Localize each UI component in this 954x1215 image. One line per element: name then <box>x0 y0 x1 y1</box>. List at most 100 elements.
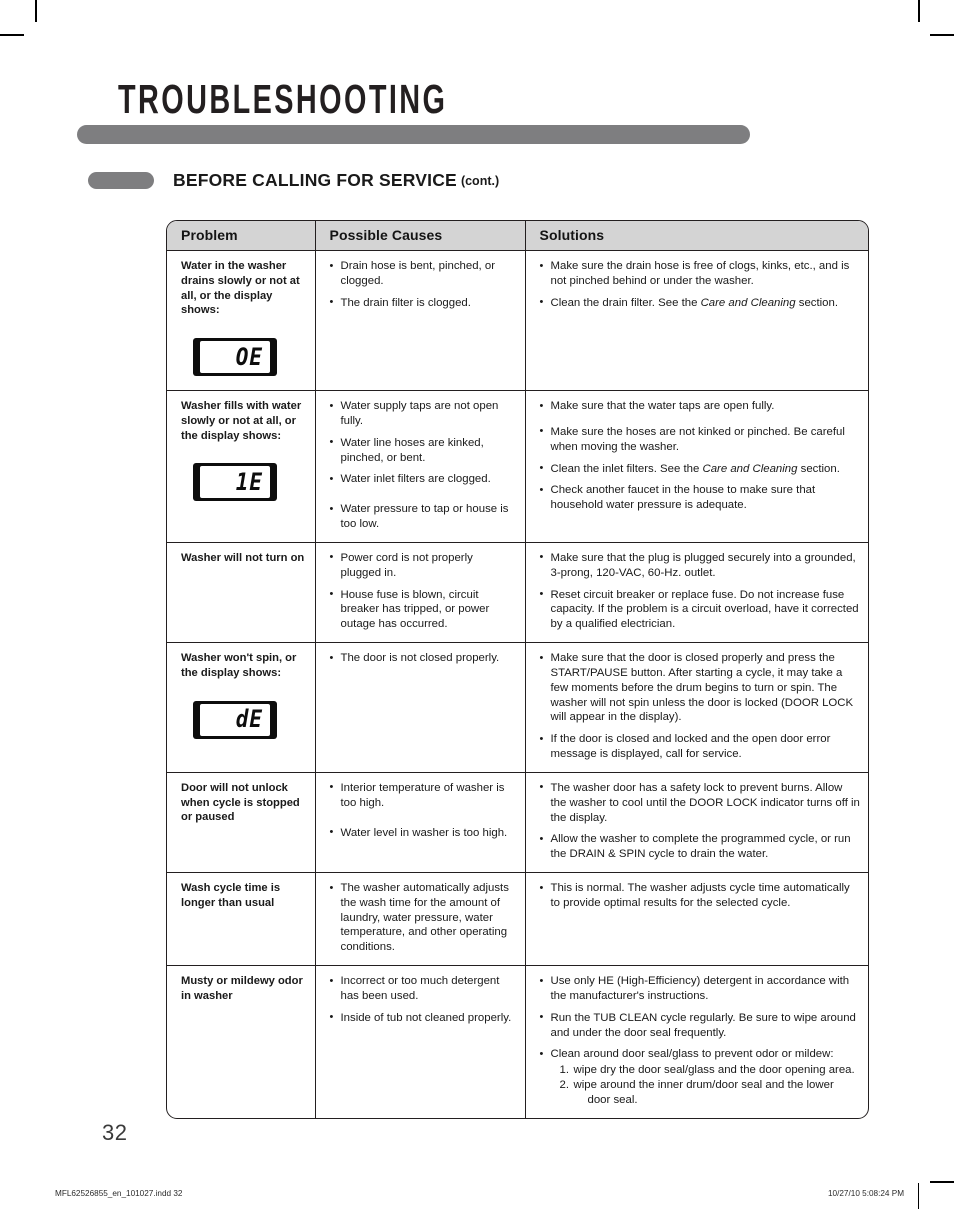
cell-causes: Interior temperature of washer is too hi… <box>315 771 526 873</box>
problem-text: Door will not unlock when cycle is stopp… <box>181 781 300 824</box>
list-item: This is normal. The washer adjusts cycle… <box>540 881 862 911</box>
column-header-solutions: Solutions <box>525 221 868 251</box>
step-number: 1. <box>559 1064 570 1077</box>
list-item: Inside of tub not cleaned properly. <box>330 1010 516 1026</box>
step-text-continuation: door seal. <box>587 1093 638 1106</box>
list-item: Make sure the drain hose is free of clog… <box>540 259 862 289</box>
list-item: Use only HE (High-Efficiency) detergent … <box>540 974 862 1004</box>
table-row: Water in the washer drains slowly or not… <box>167 250 868 391</box>
cell-solutions: Use only HE (High-Efficiency) detergent … <box>525 965 868 1118</box>
cell-solutions: The washer door has a safety lock to pre… <box>525 771 868 873</box>
solutions-list: The washer door has a safety lock to pre… <box>540 780 862 862</box>
list-item: Make sure that the door is closed proper… <box>540 651 862 725</box>
column-header-possible-causes: Possible Causes <box>315 221 526 251</box>
solutions-list: Make sure that the door is closed proper… <box>540 651 862 762</box>
crop-mark-bottom-right-vertical <box>918 1183 920 1209</box>
footer-slug-timestamp: 10/27/10 5:08:24 PM <box>828 1189 905 1198</box>
error-display-screen: dE <box>200 703 270 736</box>
section-bullet-pill <box>88 172 154 189</box>
reference-care-and-cleaning: Care and Cleaning <box>700 296 796 309</box>
list-item: Drain hose is bent, pinched, or clogged. <box>330 259 516 289</box>
numbered-steps-list: 1. wipe dry the door seal/glass and the … <box>551 1063 862 1107</box>
error-code-text: dE <box>235 705 263 733</box>
chapter-title: TROUBLESHOOTING <box>118 76 448 123</box>
causes-list: Power cord is not properly plugged in. H… <box>330 550 516 632</box>
cell-causes: Incorrect or too much detergent has been… <box>315 965 526 1118</box>
list-item: The drain filter is clogged. <box>330 295 516 311</box>
table-row: Door will not unlock when cycle is stopp… <box>167 771 868 873</box>
list-item: Reset circuit breaker or replace fuse. D… <box>540 587 862 632</box>
list-item: Water pressure to tap or house is too lo… <box>330 502 516 532</box>
solutions-list: This is normal. The washer adjusts cycle… <box>540 881 862 911</box>
cell-problem: Musty or mildewy odor in washer <box>167 965 316 1118</box>
list-item: Water level in washer is too high. <box>330 825 516 841</box>
list-item: 1. wipe dry the door seal/glass and the … <box>560 1063 862 1078</box>
table-row: Washer fills with water slowly or not at… <box>167 390 868 543</box>
list-item: Water inlet filters are clogged. <box>330 472 516 487</box>
step-text: wipe dry the door seal/glass and the doo… <box>573 1064 855 1077</box>
crop-mark-top-right-horizontal <box>930 34 954 36</box>
troubleshooting-table: Problem Possible Causes Solutions Water … <box>167 221 868 1118</box>
list-item: Water supply taps are not open fully. <box>330 399 516 429</box>
reference-care-and-cleaning: Care and Cleaning <box>702 462 798 475</box>
list-item: Power cord is not properly plugged in. <box>330 550 516 581</box>
problem-text: Water in the washer drains slowly or not… <box>181 260 300 317</box>
cell-problem: Washer fills with water slowly or not at… <box>167 390 316 543</box>
crop-mark-top-left-vertical <box>35 0 37 22</box>
cell-causes: The door is not closed properly. <box>315 642 526 773</box>
problem-text: Musty or mildewy odor in washer <box>181 975 303 1002</box>
cell-causes: Power cord is not properly plugged in. H… <box>315 541 526 643</box>
causes-list: Interior temperature of washer is too hi… <box>330 780 516 841</box>
problem-text: Washer fills with water slowly or not at… <box>181 400 302 442</box>
table-row: Washer will not turn on Power cord is no… <box>167 541 868 643</box>
crop-mark-top-right-vertical <box>918 0 920 22</box>
list-item: Clean the drain filter. See the Care and… <box>540 295 862 311</box>
troubleshooting-table-container: Problem Possible Causes Solutions Water … <box>166 220 869 1119</box>
list-item: Clean the inlet filters. See the Care an… <box>540 461 862 477</box>
error-display-graphic: dE <box>193 700 277 739</box>
crop-mark-top-left-horizontal <box>0 34 24 36</box>
column-header-problem: Problem <box>167 221 316 251</box>
cell-solutions: Make sure the drain hose is free of clog… <box>525 251 868 391</box>
section-title: BEFORE CALLING FOR SERVICE <box>173 170 457 190</box>
section-continued-label: (cont.) <box>460 173 500 188</box>
list-item: Clean around door seal/glass to prevent … <box>540 1047 862 1107</box>
section-heading: BEFORE CALLING FOR SERVICE (cont.) <box>88 170 499 191</box>
causes-list: The door is not closed properly. <box>330 651 516 666</box>
cell-solutions: Make sure that the plug is plugged secur… <box>525 541 868 643</box>
cell-problem: Water in the washer drains slowly or not… <box>167 250 316 391</box>
causes-list: The washer automatically adjusts the was… <box>330 880 516 955</box>
error-display-screen: OE <box>200 341 270 374</box>
list-item: Make sure that the plug is plugged secur… <box>540 550 862 581</box>
error-code-text: OE <box>235 342 263 371</box>
list-item: Allow the washer to complete the program… <box>540 832 862 862</box>
list-item: Run the TUB CLEAN cycle regularly. Be su… <box>540 1010 862 1041</box>
solutions-list: Make sure that the water taps are open f… <box>540 399 862 513</box>
header-accent-bar <box>77 125 750 144</box>
list-item: Water line hoses are kinked, pinched, or… <box>330 435 516 466</box>
solution-intro-text: Clean around door seal/glass to prevent … <box>550 1048 834 1061</box>
step-number: 2. <box>559 1079 570 1092</box>
list-item: The washer automatically adjusts the was… <box>330 880 516 955</box>
list-item: House fuse is blown, circuit breaker has… <box>330 587 516 632</box>
causes-list: Incorrect or too much detergent has been… <box>330 974 516 1025</box>
cell-solutions: Make sure that the door is closed proper… <box>525 642 868 773</box>
cell-causes: Water supply taps are not open fully. Wa… <box>315 390 526 543</box>
list-item: Make sure the hoses are not kinked or pi… <box>540 424 862 455</box>
table-header: Problem Possible Causes Solutions <box>167 221 868 251</box>
list-item: 2. wipe around the inner drum/door seal … <box>560 1078 862 1108</box>
error-display-graphic: 1E <box>193 463 277 502</box>
step-text: wipe around the inner drum/door seal and… <box>574 1079 862 1108</box>
footer-slug-filename: MFL62526855_en_101027.indd 32 <box>55 1189 183 1198</box>
list-item: The door is not closed properly. <box>330 651 516 666</box>
causes-list: Water supply taps are not open fully. Wa… <box>330 399 516 532</box>
cell-problem: Washer will not turn on <box>167 541 316 643</box>
cell-causes: The washer automatically adjusts the was… <box>315 871 526 966</box>
list-item: Make sure that the water taps are open f… <box>540 399 862 414</box>
page-number: 32 <box>102 1120 128 1145</box>
table-body: Water in the washer drains slowly or not… <box>167 250 868 1118</box>
table-header-row: Problem Possible Causes Solutions <box>167 221 868 251</box>
cell-problem: Washer won't spin, or the display shows:… <box>167 642 316 773</box>
problem-text: Washer won't spin, or the display shows: <box>181 652 297 679</box>
error-display-screen: 1E <box>200 466 270 499</box>
